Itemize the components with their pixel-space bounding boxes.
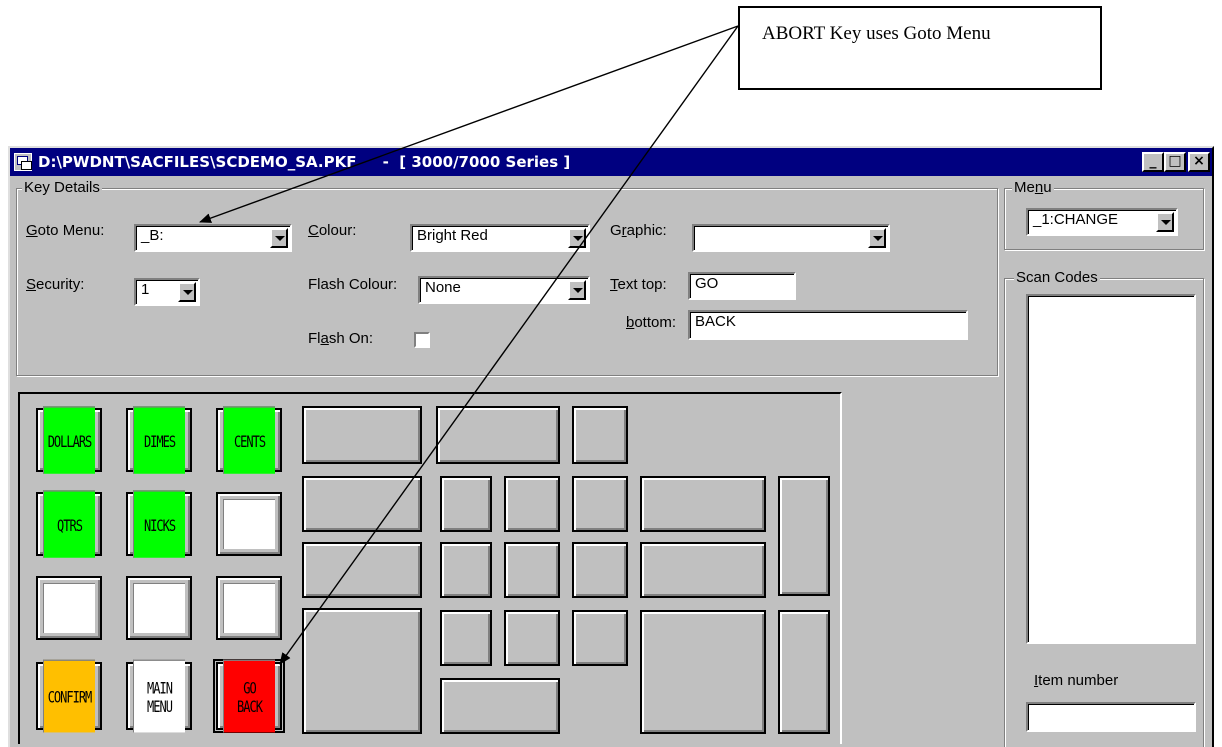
scan-codes-label: Scan Codes [1014, 269, 1100, 286]
callout-text: ABORT Key uses Goto Menu [762, 23, 991, 44]
key-dimes-face: DIMES [133, 406, 185, 474]
key-blank[interactable] [302, 476, 422, 532]
key-blank[interactable] [504, 476, 560, 532]
key-blank[interactable] [440, 610, 492, 666]
security-label: Security: [26, 276, 85, 293]
minimize-icon: _ [1149, 153, 1157, 169]
colour-value: Bright Red [417, 227, 488, 244]
key-blank[interactable] [440, 542, 492, 598]
key-blank[interactable] [640, 542, 766, 598]
key-cents[interactable]: CENTS [216, 406, 282, 474]
key-go-back-face: GO BACK [223, 659, 275, 733]
flash-on-checkbox[interactable] [414, 332, 430, 348]
window-title: D:\PWDNT\SACFILES\SCDEMO_SA.PKF - [ 3000… [38, 153, 571, 171]
flash-on-label: Flash On: [308, 330, 374, 347]
key-main-menu-face: MAIN MENU [133, 659, 185, 733]
chevron-down-icon[interactable] [868, 228, 886, 248]
close-icon: × [1193, 153, 1205, 169]
flash-colour-label: Flash Colour: [308, 276, 398, 293]
title-bar[interactable]: D:\PWDNT\SACFILES\SCDEMO_SA.PKF - [ 3000… [10, 148, 1212, 176]
key-blank[interactable] [640, 610, 766, 734]
goto-menu-value: _B: [141, 227, 164, 244]
chevron-down-icon[interactable] [178, 282, 196, 302]
key-face [43, 583, 95, 633]
goto-menu-label: Goto Menu: [26, 222, 105, 239]
key-nicks[interactable]: NICKS [126, 490, 192, 558]
goto-menu-dropdown[interactable]: _B: [134, 224, 292, 252]
key-qtrs-face: QTRS [43, 490, 95, 558]
colour-dropdown[interactable]: Bright Red [410, 224, 590, 252]
key-main-menu[interactable]: MAIN MENU [126, 659, 192, 733]
minimize-button[interactable]: _ [1142, 152, 1164, 172]
text-bottom-label: bottom: [626, 314, 677, 331]
flash-colour-value: None [425, 279, 461, 296]
key-blank[interactable] [302, 406, 422, 464]
graphic-dropdown[interactable] [692, 224, 890, 252]
key-blank[interactable] [302, 608, 422, 734]
text-top-label: Text top: [610, 276, 667, 293]
key-dimes[interactable]: DIMES [126, 406, 192, 474]
item-number-input[interactable] [1026, 702, 1196, 732]
application-window: D:\PWDNT\SACFILES\SCDEMO_SA.PKF - [ 3000… [8, 146, 1214, 747]
key-face [133, 583, 185, 633]
key-confirm[interactable]: CONFIRM [36, 659, 102, 733]
key-blank[interactable] [640, 476, 766, 532]
key-dollars[interactable]: DOLLARS [36, 406, 102, 474]
text-top-value: GO [695, 275, 719, 292]
key-blank[interactable] [440, 678, 560, 734]
key-blank[interactable] [126, 576, 192, 640]
graphic-label: Graphic: [610, 222, 667, 239]
flash-colour-dropdown[interactable]: None [418, 276, 590, 304]
app-icon[interactable] [14, 153, 32, 171]
key-cents-face: CENTS [223, 406, 275, 474]
key-blank[interactable] [504, 542, 560, 598]
key-blank[interactable] [572, 476, 628, 532]
key-dollars-face: DOLLARS [43, 406, 95, 474]
key-blank[interactable] [778, 610, 830, 734]
text-top-input[interactable]: GO [688, 272, 796, 300]
key-blank[interactable] [572, 542, 628, 598]
text-bottom-value: BACK [695, 313, 736, 330]
maximize-button[interactable]: □ [1164, 152, 1186, 172]
key-qtrs[interactable]: QTRS [36, 490, 102, 558]
scan-codes-list[interactable] [1026, 294, 1196, 644]
key-blank[interactable] [436, 406, 560, 464]
key-blank[interactable] [572, 406, 628, 464]
key-go-back[interactable]: GO BACK [213, 659, 285, 733]
key-blank[interactable] [216, 492, 282, 556]
chevron-down-icon[interactable] [270, 228, 288, 248]
security-value: 1 [141, 281, 150, 298]
key-nicks-face: NICKS [133, 490, 185, 558]
key-blank[interactable] [440, 476, 492, 532]
key-blank[interactable] [504, 610, 560, 666]
chevron-down-icon[interactable] [568, 228, 586, 248]
chevron-down-icon[interactable] [1156, 212, 1174, 232]
colour-label: Colour: [308, 222, 357, 239]
close-button[interactable]: × [1188, 152, 1210, 172]
key-face [223, 499, 275, 549]
maximize-icon: □ [1168, 153, 1182, 169]
key-blank[interactable] [216, 576, 282, 640]
menu-value: _1:CHANGE [1033, 211, 1119, 228]
key-blank[interactable] [778, 476, 830, 596]
key-details-label: Key Details [22, 179, 102, 196]
key-confirm-face: CONFIRM [43, 659, 95, 733]
security-dropdown[interactable]: 1 [134, 278, 200, 306]
chevron-down-icon[interactable] [568, 280, 586, 300]
menu-group-label: Menu [1012, 179, 1054, 196]
menu-dropdown[interactable]: _1:CHANGE [1026, 208, 1178, 236]
item-number-label: Item number [1034, 672, 1119, 689]
text-bottom-input[interactable]: BACK [688, 310, 968, 340]
callout-note: ABORT Key uses Goto Menu [738, 6, 1102, 90]
key-face [223, 583, 275, 633]
key-blank[interactable] [36, 576, 102, 640]
key-blank[interactable] [572, 610, 628, 666]
key-blank[interactable] [302, 542, 422, 598]
